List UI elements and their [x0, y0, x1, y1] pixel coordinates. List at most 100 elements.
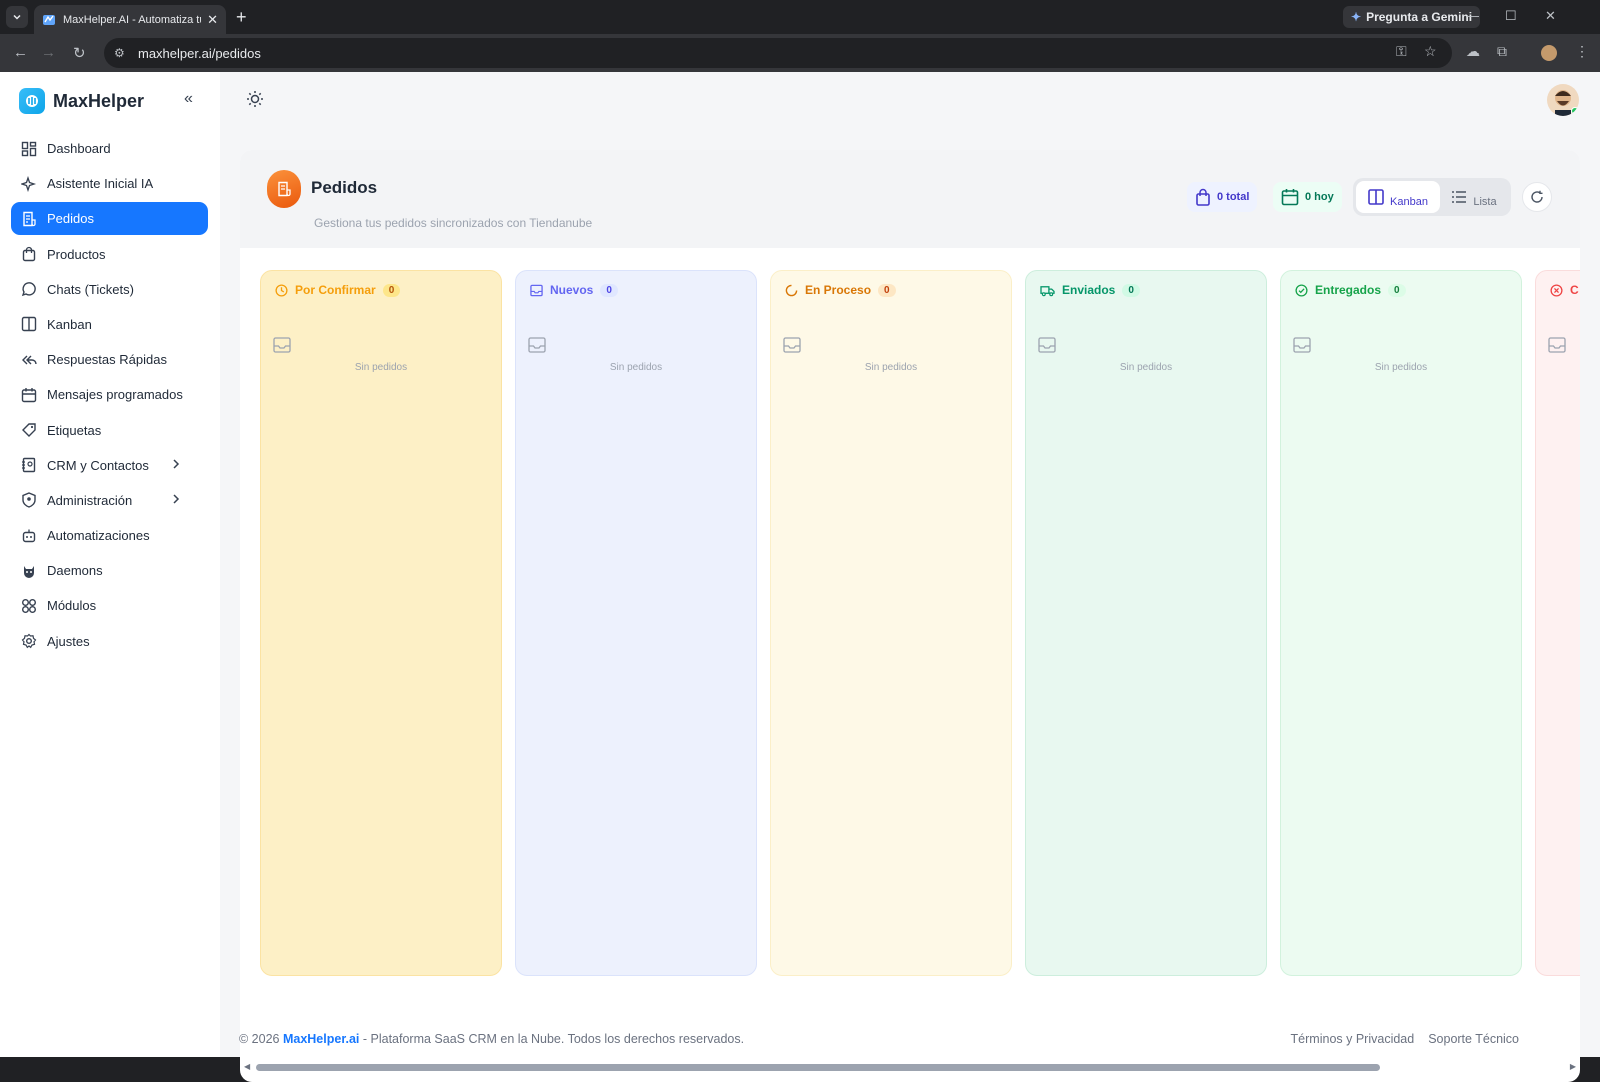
shopping-bag-icon [1196, 188, 1210, 206]
page-footer: © 2026 MaxHelper.ai - Plataforma SaaS CR… [239, 1032, 1579, 1046]
scrollbar-thumb[interactable] [256, 1064, 1380, 1071]
view-list-button[interactable]: Lista [1440, 181, 1508, 213]
brand-logo-icon [19, 88, 45, 114]
sidebar-item-productos[interactable]: Productos [11, 238, 208, 271]
list-icon [1452, 191, 1467, 203]
tag-icon [22, 423, 36, 437]
browser-toolbar: ← → ↻ ⚙ maxhelper.ai/pedidos ⚿ ☆ ☁ ⧉ ⋮ [0, 34, 1600, 72]
sparkle-icon [21, 175, 37, 192]
kanban-column-en-proceso: En Proceso 0 Sin pedidos [770, 270, 1012, 976]
sidebar-item-dashboard[interactable]: Dashboard [11, 132, 208, 165]
sidebar-item-ajustes[interactable]: Ajustes [11, 625, 208, 658]
brand[interactable]: MaxHelper [19, 88, 144, 114]
footer-copyright: © 2026 [239, 1032, 283, 1046]
reload-icon[interactable]: ↻ [73, 44, 86, 62]
sidebar-item-automatizaciones[interactable]: Automatizaciones [11, 519, 208, 552]
close-tab-icon[interactable]: ✕ [207, 12, 218, 28]
online-status-dot [1571, 107, 1579, 115]
gear-icon [21, 633, 37, 649]
chevron-right-icon [173, 459, 180, 469]
inbox-icon [783, 337, 801, 353]
browser-tab[interactable]: MaxHelper.AI - Automatiza tu ... ✕ [34, 5, 226, 34]
sidebar-item-modulos[interactable]: Módulos [11, 589, 208, 622]
column-header: Nuevos 0 [530, 283, 618, 297]
sidebar-item-crm[interactable]: CRM y Contactos [11, 449, 208, 482]
sidebar-menu: Dashboard Asistente Inicial IA Pedidos P… [11, 132, 208, 660]
forward-icon[interactable]: → [41, 44, 56, 61]
footer-brand-link[interactable]: MaxHelper.ai [283, 1032, 359, 1046]
orders-card: Pedidos Gestiona tus pedidos sincronizad… [240, 150, 1580, 1082]
sidebar-item-etiquetas[interactable]: Etiquetas [11, 414, 208, 447]
sidebar-item-mensajes[interactable]: Mensajes programados [11, 378, 208, 411]
column-title: En Proceso [805, 283, 872, 297]
theme-toggle-sun-icon[interactable] [246, 90, 264, 113]
user-avatar[interactable] [1547, 84, 1579, 116]
cloud-icon[interactable]: ☁ [1466, 43, 1480, 60]
extensions-icon[interactable]: ⧉ [1497, 43, 1507, 60]
column-title: Entregados [1315, 283, 1382, 297]
password-key-icon[interactable]: ⚿ [1396, 43, 1407, 60]
empty-state-text: Sin pedidos [864, 362, 918, 373]
maximize-icon[interactable]: ☐ [1505, 8, 1517, 24]
address-bar[interactable]: ⚙ maxhelper.ai/pedidos [104, 38, 1452, 68]
close-window-icon[interactable]: ✕ [1545, 8, 1556, 24]
support-link[interactable]: Soporte Técnico [1428, 1032, 1519, 1046]
sidebar-item-label: Daemons [47, 563, 103, 579]
today-orders-badge: 0 hoy [1273, 182, 1342, 212]
back-icon[interactable]: ← [13, 44, 28, 61]
dashboard-icon [21, 141, 37, 156]
board-horizontal-scrollbar[interactable]: ◀ ▶ [240, 1062, 1580, 1072]
minimize-icon[interactable]: — [1466, 8, 1479, 23]
app-root: MaxHelper « Dashboard Asistente Inicial … [0, 72, 1600, 1082]
site-info-icon[interactable]: ⚙ [114, 46, 128, 60]
total-orders-label: 0 total [1217, 191, 1250, 203]
new-tab-button[interactable]: + [236, 7, 247, 28]
kanban-icon [1368, 189, 1384, 205]
kanban-column-entregados: Entregados 0 Sin pedidos [1280, 270, 1522, 976]
inbox-icon [530, 284, 543, 296]
clock-icon [275, 283, 288, 297]
browser-menu-icon[interactable]: ⋮ [1575, 43, 1589, 60]
bookmark-star-icon[interactable]: ☆ [1424, 43, 1437, 60]
tab-title: MaxHelper.AI - Automatiza tu ... [63, 13, 201, 26]
scroll-right-arrow-icon[interactable]: ▶ [1570, 1062, 1576, 1071]
sidebar-item-label: Ajustes [47, 633, 90, 649]
sidebar-item-label: Mensajes programados [47, 387, 183, 403]
sidebar-item-label: Etiquetas [47, 422, 102, 438]
contacts-icon [22, 457, 36, 473]
brand-name: MaxHelper [53, 90, 145, 111]
sidebar-item-pedidos[interactable]: Pedidos [11, 202, 208, 236]
scroll-left-arrow-icon[interactable]: ◀ [244, 1062, 250, 1071]
inbox-icon [1038, 337, 1056, 353]
view-switcher: Kanban Lista [1353, 178, 1511, 216]
inbox-icon [273, 337, 291, 353]
sidebar-item-asistente[interactable]: Asistente Inicial IA [11, 167, 208, 200]
sidebar-item-label: Automatizaciones [47, 528, 150, 544]
sidebar-item-kanban[interactable]: Kanban [11, 308, 208, 341]
calendar-icon [21, 387, 37, 403]
empty-state-text: Sin pedidos [609, 362, 663, 373]
receipt-icon [23, 211, 36, 227]
sidebar-item-administracion[interactable]: Administración [11, 484, 208, 517]
column-header: En Proceso 0 [785, 283, 896, 297]
robot-icon [22, 529, 36, 542]
column-count-badge: 0 [382, 283, 401, 297]
daemon-icon [24, 565, 34, 578]
sidebar-item-chats[interactable]: Chats (Tickets) [11, 273, 208, 306]
gemini-button[interactable]: ✦ Pregunta a Gemini [1343, 6, 1481, 28]
profile-avatar[interactable] [1541, 45, 1557, 61]
sidebar-item-respuestas[interactable]: Respuestas Rápidas [11, 343, 208, 376]
whatsapp-icon [21, 282, 36, 297]
sidebar-item-label: CRM y Contactos [47, 457, 149, 473]
gemini-label: Pregunta a Gemini [1366, 10, 1473, 24]
tab-search-button[interactable] [6, 6, 28, 28]
view-kanban-button[interactable]: Kanban [1356, 181, 1440, 213]
collapse-sidebar-icon[interactable]: « [184, 90, 193, 108]
kanban-column-cancelados: C [1535, 270, 1580, 976]
sidebar-item-daemons[interactable]: Daemons [11, 554, 208, 587]
inbox-icon [528, 337, 546, 353]
kanban-column-enviados: Enviados 0 Sin pedidos [1025, 270, 1267, 976]
refresh-button[interactable] [1522, 182, 1552, 212]
empty-state-text: Sin pedidos [1119, 362, 1173, 373]
terms-link[interactable]: Términos y Privacidad [1291, 1032, 1415, 1046]
